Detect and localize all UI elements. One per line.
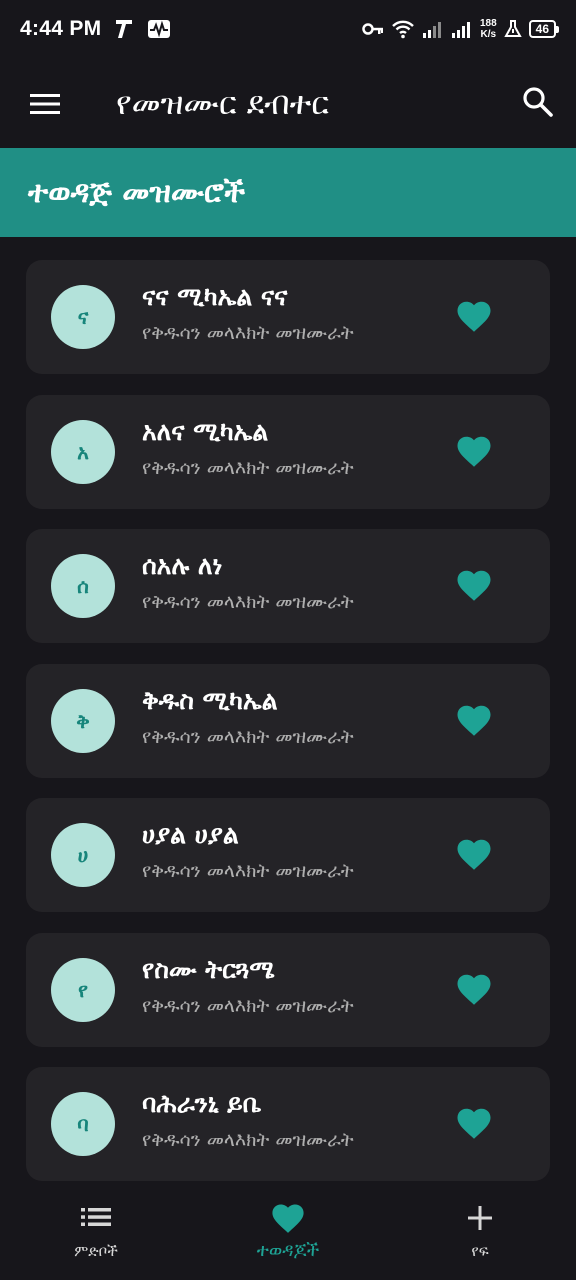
song-avatar: ና (51, 285, 115, 349)
network-speed: 188 K/s (480, 18, 497, 40)
wifi-icon (392, 20, 414, 39)
status-right: 188 K/s 46 (362, 18, 560, 40)
song-avatar: ሀ (51, 823, 115, 887)
song-avatar: አ (51, 419, 115, 484)
song-card[interactable]: አ አለና ሚካኤል የቅዱሳን መላእክት መዝሙራት (26, 394, 550, 509)
song-category: የቅዱሳን መላእክት መዝሙራት (142, 994, 354, 1017)
heart-icon[interactable] (456, 972, 492, 1006)
nav-item-categories[interactable]: ምድቦች (0, 1192, 192, 1280)
song-avatar: ቅ (51, 688, 115, 753)
song-category: የቅዱሳን መላእክት መዝሙራት (142, 456, 354, 479)
nav-item-favorites[interactable]: ተወዳጆች (192, 1192, 384, 1280)
heart-icon[interactable] (456, 568, 492, 602)
heart-icon[interactable] (456, 703, 492, 737)
song-title: የስሙ ትርጓሜ (142, 954, 275, 984)
song-title: አለና ሚካኤል (142, 416, 269, 446)
song-card[interactable]: የ የስሙ ትርጓሜ የቅዱሳን መላእክት መዝሙራት (26, 932, 550, 1047)
song-avatar: ሰ (51, 554, 115, 618)
signal-icon-1 (422, 22, 441, 38)
app-notification-icon (116, 20, 133, 38)
heart-icon (272, 1204, 304, 1233)
song-category: የቅዱሳን መላእክት መዝሙራት (142, 1129, 354, 1151)
song-title: ባሕራንኒ ይቤ (142, 1089, 262, 1118)
network-speed-unit: K/s (480, 29, 497, 40)
activity-notification-icon (148, 20, 171, 38)
song-list: ና ናና ሚካኤል ናና የቅዱሳን መላእክት መዝሙራት አ አለና ሚካኤ… (26, 260, 550, 1202)
network-speed-value: 188 (479, 18, 497, 29)
search-icon[interactable] (520, 84, 556, 120)
hamburger-menu-icon[interactable] (28, 91, 62, 117)
song-avatar: የ (51, 957, 115, 1022)
favorites-banner: ተወዳጅ መዝሙሮች (0, 148, 576, 237)
status-time: 4:44 PM (20, 17, 102, 40)
song-card[interactable]: ሰ ሰአሉ ለነ የቅዱሳን መላእክት መዝሙራት (26, 529, 550, 643)
song-category: የቅዱሳን መላእክት መዝሙራት (142, 860, 354, 882)
song-category: የቅዱሳን መላእክት መዝሙራት (142, 725, 354, 748)
heart-icon[interactable] (456, 434, 492, 468)
heart-icon[interactable] (456, 837, 492, 871)
song-category: የቅዱሳን መላእክት መዝሙራት (142, 591, 354, 613)
song-title: ሰአሉ ለነ (142, 551, 223, 580)
song-title: ቅዱስ ሚካኤል (142, 685, 278, 715)
status-bar: 4:44 PM 188 K/s 46 (0, 0, 576, 58)
song-card[interactable]: ና ናና ሚካኤል ናና የቅዱሳን መላእክት መዝሙራት (26, 260, 550, 374)
app-title: የመዝሙር ደብተር (116, 84, 329, 122)
banner-title: ተወዳጅ መዝሙሮች (28, 175, 246, 210)
battery-indicator: 46 (528, 20, 560, 38)
song-avatar: ባ (51, 1092, 115, 1156)
bottom-navigation: ምድቦች ተወዳጆች የፍ (0, 1192, 576, 1280)
song-card[interactable]: ቅ ቅዱስ ሚካኤል የቅዱሳን መላእክት መዝሙራት (26, 663, 550, 778)
nav-label-favorites: ተወዳጆች (256, 1240, 320, 1261)
warning-flask-icon (503, 20, 522, 37)
song-card[interactable]: ባ ባሕራንኒ ይቤ የቅዱሳን መላእክት መዝሙራት (26, 1067, 550, 1181)
app-bar: የመዝሙር ደብተር (0, 58, 576, 148)
nav-item-add[interactable]: የፍ (384, 1192, 576, 1280)
list-icon (81, 1208, 111, 1226)
song-category: የቅዱሳን መላእክት መዝሙራት (142, 322, 354, 344)
plus-icon (468, 1206, 492, 1230)
heart-icon[interactable] (456, 1106, 492, 1140)
vpn-key-icon (362, 23, 383, 35)
status-left: 4:44 PM (20, 17, 171, 41)
signal-icon-2 (451, 22, 470, 38)
song-card[interactable]: ሀ ሀያል ሀያል የቅዱሳን መላእክት መዝሙራት (26, 798, 550, 912)
nav-label-categories: ምድቦች (74, 1242, 118, 1260)
song-title: ሀያል ሀያል (142, 820, 239, 849)
nav-label-add: የፍ (471, 1242, 489, 1260)
song-title: ናና ሚካኤል ናና (142, 282, 288, 311)
heart-icon[interactable] (456, 299, 492, 333)
